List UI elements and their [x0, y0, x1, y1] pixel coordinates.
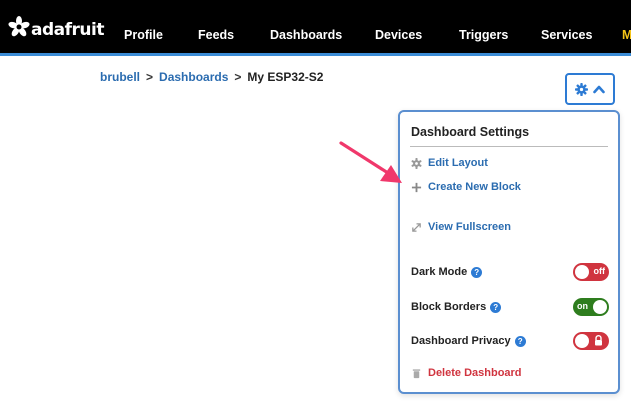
- annotation-arrow: [339, 141, 402, 183]
